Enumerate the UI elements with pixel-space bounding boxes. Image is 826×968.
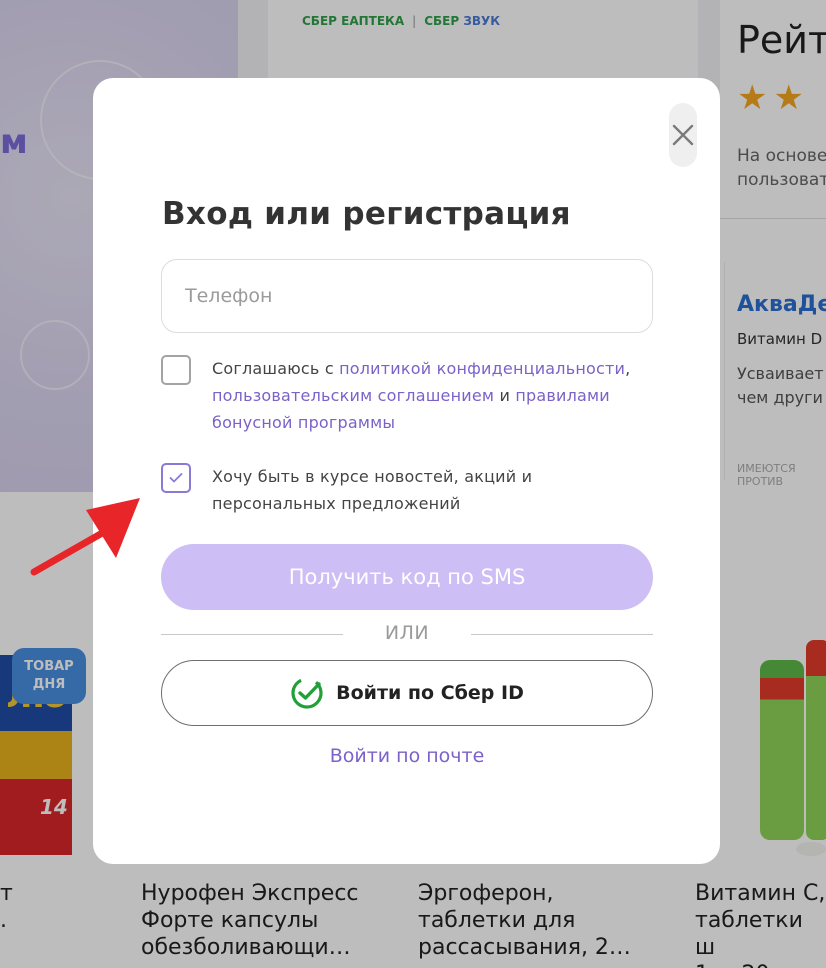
privacy-consent-label: Соглашаюсь с политикой конфиденциальност… (212, 359, 631, 432)
sber-logo-icon (291, 677, 323, 709)
close-button[interactable] (669, 103, 697, 167)
sber-id-login-button[interactable]: Войти по Сбер ID (161, 660, 653, 726)
get-sms-code-button[interactable]: Получить код по SMS (161, 544, 653, 610)
news-subscription-checkbox[interactable] (161, 463, 191, 493)
privacy-policy-link[interactable]: политикой конфиденциальности (339, 359, 625, 378)
news-subscription-label: Хочу быть в курсе новостей, акций и перс… (212, 467, 533, 513)
privacy-consent-checkbox[interactable] (161, 355, 191, 385)
or-separator: ИЛИ (384, 622, 430, 644)
sber-id-label: Войти по Сбер ID (336, 682, 524, 704)
annotation-arrow-icon (30, 498, 140, 576)
phone-input[interactable] (161, 259, 653, 333)
divider-right (471, 634, 653, 635)
divider-left (161, 634, 343, 635)
checkmark-icon (169, 473, 183, 483)
modal-title: Вход или регистрация (162, 196, 571, 232)
close-icon (672, 124, 694, 146)
user-agreement-link[interactable]: пользовательским соглашением (212, 386, 494, 405)
email-login-link[interactable]: Войти по почте (161, 745, 653, 767)
